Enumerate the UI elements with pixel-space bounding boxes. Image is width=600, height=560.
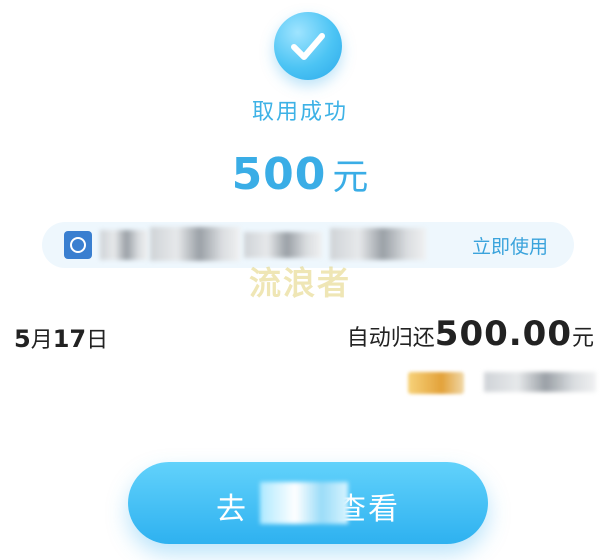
auto-return-amount: 500.00	[434, 314, 572, 354]
day-unit: 日	[86, 328, 109, 353]
month-unit: 月	[30, 328, 53, 353]
success-title: 取用成功	[251, 100, 348, 125]
use-now-link[interactable]: 立即使用	[472, 232, 548, 259]
check-circle-icon	[274, 12, 342, 80]
cta-label-start: 去	[216, 492, 248, 527]
success-page: 取用成功 500 元 立即使用 流浪者 5月17日 自动归还500.00元 去查看	[0, 0, 600, 560]
redacted-coupon-text	[244, 232, 322, 258]
auto-return-info: 自动归还500.00元	[347, 314, 594, 354]
repayment-date: 5月17日	[14, 322, 108, 354]
view-details-button[interactable]: 去查看	[128, 462, 488, 544]
redacted-button-text	[260, 482, 348, 524]
auto-return-unit: 元	[571, 326, 594, 351]
redacted-bank-text	[484, 372, 596, 392]
amount-unit: 元	[332, 157, 369, 198]
bank-logo-icon	[408, 372, 464, 394]
auto-return-label: 自动归还	[346, 326, 435, 351]
repayment-month: 5	[14, 325, 31, 353]
amount-value: 500	[231, 149, 327, 200]
watermark: 流浪者	[248, 264, 351, 302]
redacted-coupon-text	[150, 227, 240, 261]
redacted-coupon-text	[100, 230, 148, 260]
repayment-day: 17	[52, 325, 87, 353]
coupon-logo-icon	[64, 231, 92, 259]
amount-display: 500 元	[0, 148, 600, 200]
redacted-coupon-text	[330, 228, 426, 260]
